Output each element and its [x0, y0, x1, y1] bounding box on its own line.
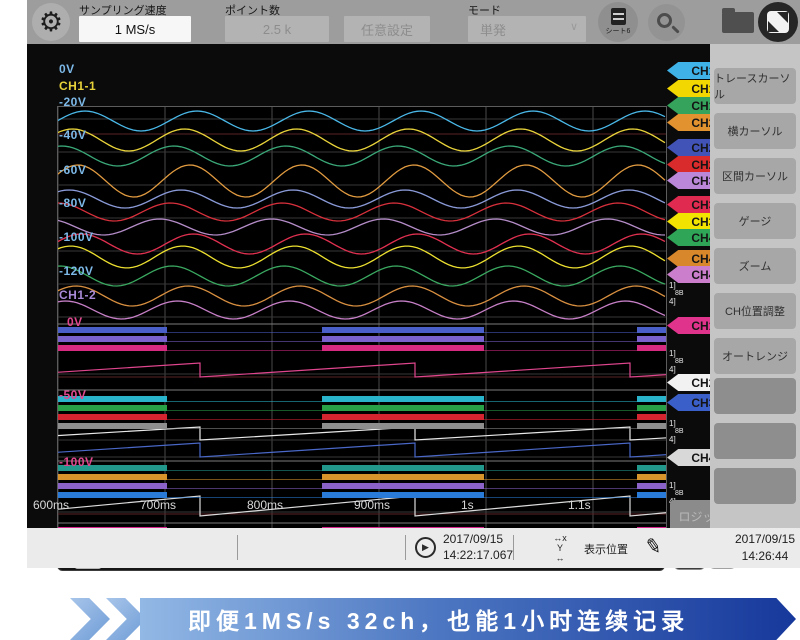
search-button[interactable]: [648, 4, 685, 41]
time-label: 1.1s: [568, 498, 591, 512]
sidebar-empty-button-1[interactable]: [714, 378, 796, 414]
logic-bit-indicator: 1]8B4]: [669, 350, 695, 374]
sampling-rate-field[interactable]: 1 MS/s: [79, 16, 191, 42]
pen-icon[interactable]: ✎: [643, 533, 664, 561]
sheet-button[interactable]: シート6: [598, 2, 638, 42]
play-status-icon: ▶: [415, 537, 436, 558]
separator: [513, 535, 514, 560]
status-bar: ▶ 2017/09/15 14:22:17.067 ↔x Y ↔ 表示位置 ✎ …: [27, 528, 800, 568]
scale-label: 0V: [59, 62, 75, 76]
sidebar-button-5[interactable]: ズーム: [714, 248, 796, 284]
gear-icon: ⚙: [39, 9, 63, 36]
scale-label: 0V: [67, 315, 83, 329]
separator: [237, 535, 238, 560]
waveform-screen[interactable]: 0V CH1-1 -20V -40V -60V -80V -100V -120V CH1-2 0V…: [27, 44, 710, 528]
record-timestamp: 2017/09/15 14:22:17.067: [443, 531, 513, 563]
folder-icon[interactable]: [722, 12, 754, 33]
scale-label: CH1-2: [59, 288, 96, 302]
scale-label: -20V: [59, 95, 86, 109]
sheet-caption: シート6: [606, 26, 631, 36]
sheet-stack-icon: [611, 8, 626, 25]
app-window: ⚙ サンプリング速度 1 MS/s ポイント数 2.5 k 任意設定 モード 単…: [0, 0, 800, 640]
points-value: 2.5 k: [263, 22, 291, 37]
sidebar-button-1[interactable]: トレースカーソル: [714, 68, 796, 104]
search-icon: [657, 13, 672, 28]
mode-value: 単発: [480, 20, 506, 39]
sidebar-button-7[interactable]: オートレンジ: [714, 338, 796, 374]
time-label: 700ms: [140, 498, 176, 512]
banner-text: 即便1MS/s 32ch，也能1小时连续记录: [140, 602, 689, 636]
time-label: 600ms: [33, 498, 69, 512]
plot-surface[interactable]: [57, 106, 667, 557]
scale-label: -100V: [59, 455, 94, 469]
scale-label: -40V: [59, 128, 86, 142]
logic-bit-indicator: 1]8B4]: [669, 420, 695, 444]
banner-chevron-icon: [70, 598, 110, 640]
arbitrary-setting-button[interactable]: 任意設定: [344, 16, 430, 42]
logic-bit-indicator: 1]8B4]: [669, 282, 695, 306]
sidebar: トレースカーソル横カーソル区間カーソルゲージズーム CH位置調整オートレンジ: [710, 44, 800, 528]
xy-position-icon[interactable]: ↔x Y ↔: [543, 533, 577, 563]
mode-dropdown[interactable]: 単発 ∨: [468, 16, 586, 42]
chevron-down-icon: ∨: [570, 20, 578, 33]
sidebar-button-6[interactable]: CH位置調整: [714, 293, 796, 329]
fullscreen-icon: [767, 11, 789, 33]
scale-label: -100V: [59, 230, 94, 244]
clock-datetime: 2017/09/15 14:26:44: [715, 531, 800, 565]
time-label: 800ms: [247, 498, 283, 512]
record-time: 14:22:17.067: [443, 547, 513, 563]
sidebar-button-2[interactable]: 横カーソル: [714, 113, 796, 149]
scale-label: -60V: [59, 163, 86, 177]
time-label: 900ms: [354, 498, 390, 512]
banner-body: 即便1MS/s 32ch，也能1小时连续记录: [140, 598, 796, 640]
record-date: 2017/09/15: [443, 531, 513, 547]
sampling-rate-value: 1 MS/s: [115, 22, 155, 37]
promo-banner: 即便1MS/s 32ch，也能1小时连续记录: [0, 598, 800, 640]
sidebar-button-4[interactable]: ゲージ: [714, 203, 796, 239]
sidebar-empty-button-3[interactable]: [714, 468, 796, 504]
settings-button[interactable]: ⚙: [32, 3, 70, 41]
sidebar-empty-button-2[interactable]: [714, 423, 796, 459]
scale-label: -80V: [59, 196, 86, 210]
display-position-label: 表示位置: [584, 541, 628, 557]
time-label: 1s: [461, 498, 474, 512]
sidebar-button-3[interactable]: 区間カーソル: [714, 158, 796, 194]
scale-label: -120V: [59, 264, 94, 278]
toolbar: ⚙ サンプリング速度 1 MS/s ポイント数 2.5 k 任意設定 モード 単…: [27, 0, 800, 44]
separator: [405, 535, 406, 560]
fullscreen-button[interactable]: [758, 2, 798, 42]
points-field[interactable]: 2.5 k: [225, 16, 329, 42]
scale-label: -50V: [59, 388, 86, 402]
scale-label: CH1-1: [59, 79, 96, 93]
